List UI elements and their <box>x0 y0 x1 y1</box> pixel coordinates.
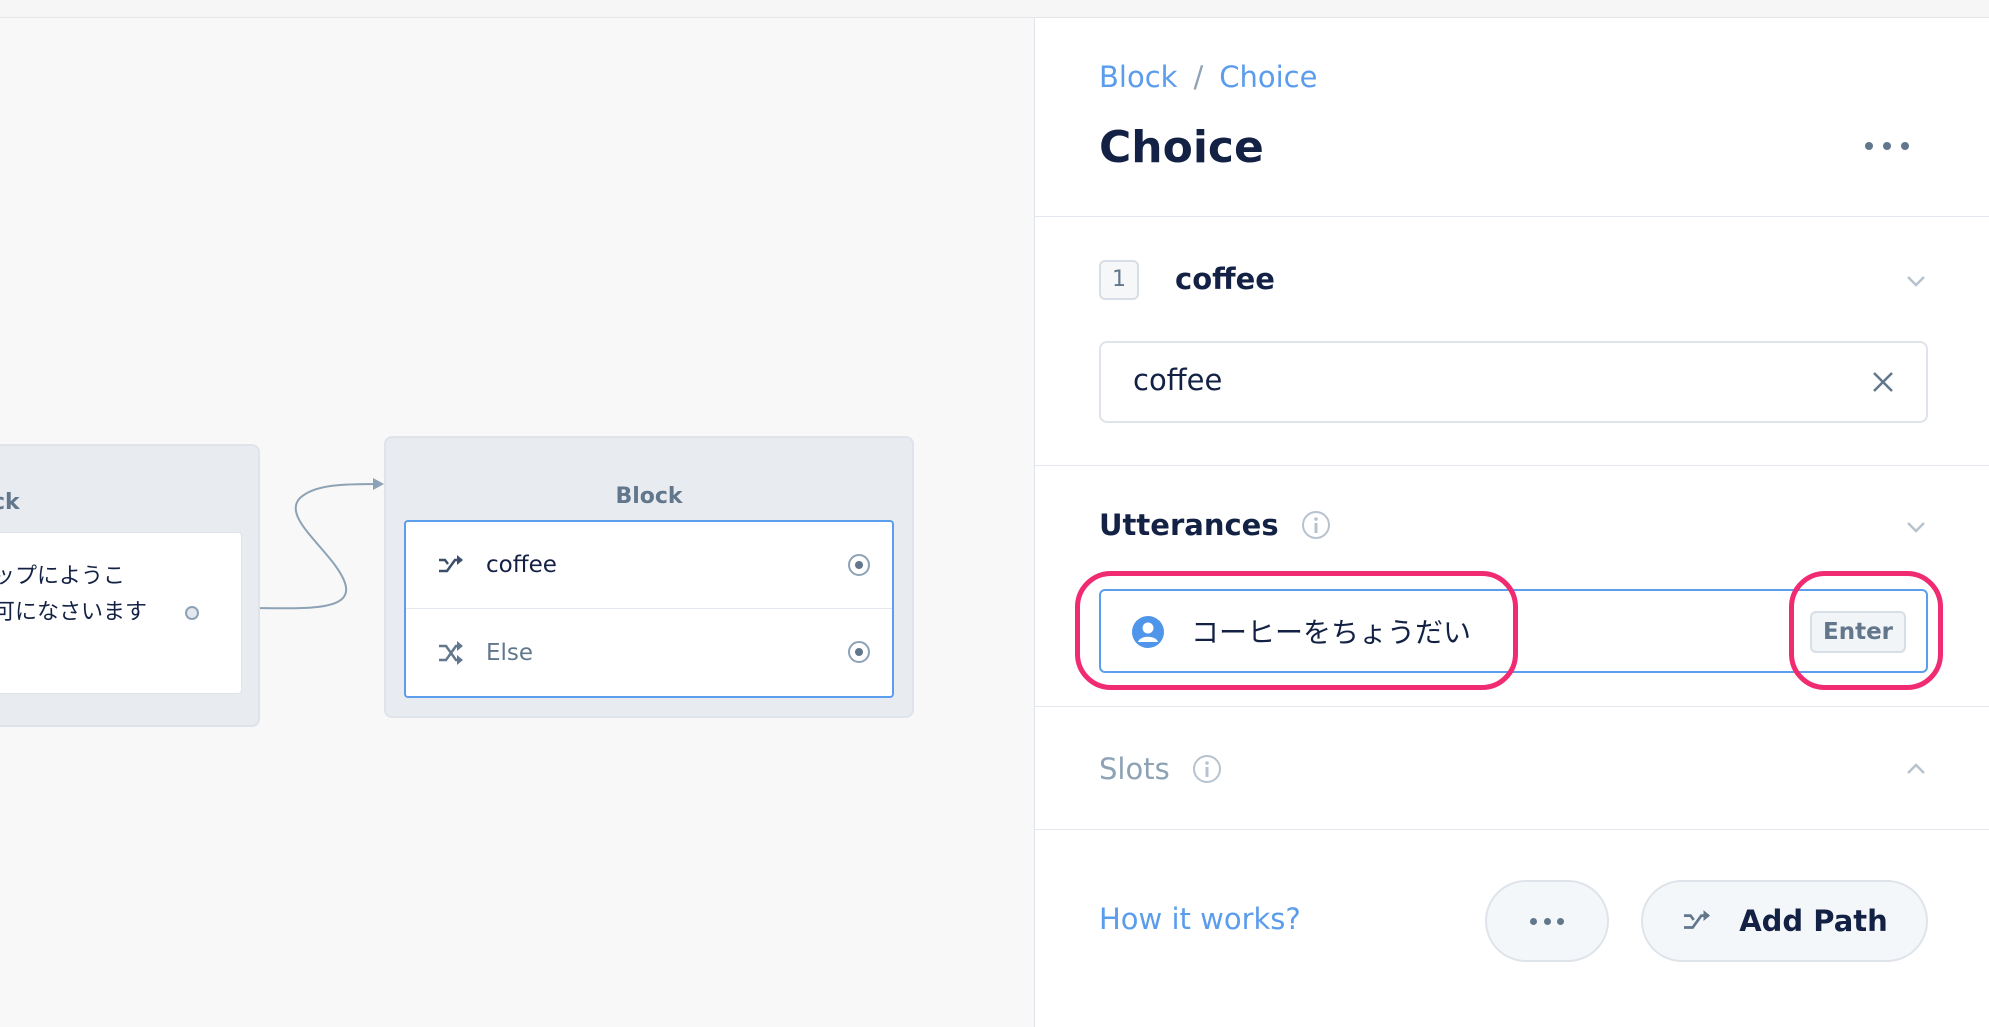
shuffle-icon <box>436 550 466 580</box>
chevron-down-icon[interactable] <box>1905 516 1927 538</box>
more-dots-icon <box>1530 917 1564 925</box>
shuffle-icon <box>1684 910 1711 929</box>
else-path-label: Else <box>486 639 534 666</box>
breadcrumb-separator: / <box>1193 60 1204 94</box>
flow-canvas[interactable]: ck ップにようこ 可になさいます Block coffee <box>0 18 1034 1027</box>
block-title: Block <box>615 484 683 509</box>
chevron-up-icon[interactable] <box>1905 758 1927 780</box>
close-icon[interactable] <box>1870 369 1896 395</box>
path-name-input[interactable]: coffee <box>1099 341 1928 423</box>
path-port[interactable] <box>848 641 870 663</box>
breadcrumb: Block / Choice <box>1099 60 1317 94</box>
highlight-annotation <box>1075 571 1518 690</box>
chevron-down-icon[interactable] <box>1905 270 1927 292</box>
utterances-header: Utterances <box>1099 508 1331 542</box>
top-bar <box>0 0 1989 18</box>
more-actions-button[interactable] <box>1485 880 1609 962</box>
speak-step-card[interactable]: ップにようこ 可になさいます <box>0 532 242 694</box>
more-options-button[interactable] <box>1865 136 1909 156</box>
choice-path-row[interactable]: coffee <box>406 522 892 609</box>
utterances-title: Utterances <box>1099 508 1279 542</box>
output-port[interactable] <box>185 606 199 620</box>
block-choice[interactable]: Block coffee Else <box>384 436 914 718</box>
divider <box>1035 829 1989 830</box>
block-start[interactable]: ck ップにようこ 可になさいます <box>0 444 260 727</box>
page-title: Choice <box>1099 122 1264 173</box>
path-port[interactable] <box>848 554 870 576</box>
how-it-works-link[interactable]: How it works? <box>1099 902 1301 936</box>
choice-step-card[interactable]: coffee Else <box>404 520 894 698</box>
slots-header[interactable]: Slots <box>1099 752 1222 786</box>
path-name-value: coffee <box>1133 363 1223 397</box>
divider <box>1035 465 1989 466</box>
divider <box>1035 216 1989 217</box>
block-title: ck <box>0 490 20 515</box>
info-icon[interactable] <box>1301 510 1331 540</box>
shuffle-cross-icon <box>436 638 466 668</box>
divider <box>1035 706 1989 707</box>
info-icon[interactable] <box>1192 754 1222 784</box>
path-number-badge: 1 <box>1099 260 1139 300</box>
breadcrumb-current[interactable]: Choice <box>1219 60 1317 94</box>
path-name: coffee <box>1175 262 1275 296</box>
else-path-row[interactable]: Else <box>406 609 892 696</box>
add-path-button[interactable]: Add Path <box>1641 880 1928 962</box>
speak-message: ップにようこ 可になさいます <box>0 564 148 625</box>
editor-panel: Block / Choice Choice 1 coffee coffee Ut… <box>1034 18 1989 1027</box>
slots-title: Slots <box>1099 752 1170 786</box>
add-path-label: Add Path <box>1739 904 1888 938</box>
highlight-annotation <box>1789 571 1943 690</box>
breadcrumb-parent[interactable]: Block <box>1099 60 1177 94</box>
choice-path-label: coffee <box>486 552 557 578</box>
